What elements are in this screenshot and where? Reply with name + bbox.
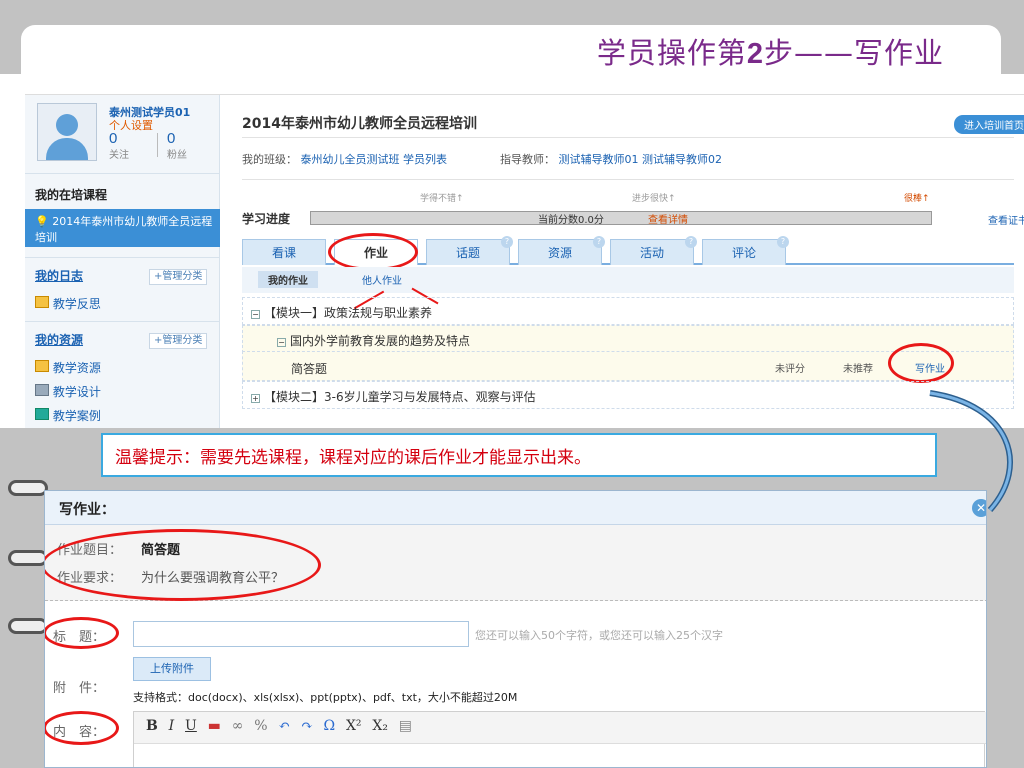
content-editor[interactable]: B I U ▬ ∞ % ↶ ↷ Ω X² X₂ ▤ bbox=[133, 711, 986, 767]
undo-icon[interactable]: ↶ bbox=[278, 718, 290, 734]
main-panel: 2014年泰州市幼儿教师全员远程培训 进入培训首页 我的班级： 泰州幼儿全员测试… bbox=[228, 95, 1024, 428]
tutor-link[interactable]: 测试辅导教师02 bbox=[642, 153, 722, 166]
tab-activity[interactable]: 活动? bbox=[610, 236, 697, 265]
log-manage-button[interactable]: +管理分类 bbox=[149, 269, 208, 285]
link-icon[interactable]: ∞ bbox=[232, 718, 244, 734]
highlight-ring bbox=[45, 617, 119, 649]
tab-resource[interactable]: 资源? bbox=[518, 236, 605, 265]
underline-icon[interactable]: U bbox=[185, 718, 197, 734]
folder-icon bbox=[35, 360, 49, 372]
subtab-my-homework[interactable]: 我的作业 bbox=[258, 271, 318, 288]
collapse-icon[interactable]: − bbox=[277, 338, 286, 347]
fans-count[interactable]: 0 bbox=[167, 130, 175, 147]
highlight-ring bbox=[45, 529, 321, 601]
course-item-label: 2014年泰州市幼儿教师全员远程培训 bbox=[35, 215, 213, 244]
tab-comment[interactable]: 评论? bbox=[702, 236, 789, 265]
help-icon: ? bbox=[501, 236, 513, 248]
special-char-icon[interactable]: Ω bbox=[324, 718, 336, 734]
log-heading[interactable]: 我的日志 bbox=[35, 267, 83, 284]
student-list-link[interactable]: 学员列表 bbox=[403, 153, 447, 166]
progress-bar bbox=[310, 211, 932, 225]
binder-ring bbox=[8, 550, 48, 566]
tutor-link[interactable]: 测试辅导教师01 bbox=[559, 153, 639, 166]
design-icon bbox=[35, 384, 49, 396]
module-row[interactable]: + 【模块二】3-6岁儿童学习与发展特点、观察与评估 bbox=[242, 381, 1014, 409]
recommend-status: 未推荐 bbox=[843, 364, 873, 375]
milestone-label: 学得不错↑ bbox=[420, 194, 464, 204]
image-icon[interactable]: ▬ bbox=[208, 718, 221, 734]
tab-topic[interactable]: 话题? bbox=[426, 236, 513, 265]
log-item[interactable]: 教学反思 bbox=[35, 295, 101, 312]
class-link[interactable]: 泰州幼儿全员测试班 bbox=[301, 153, 400, 166]
case-icon bbox=[35, 408, 49, 420]
subscript-icon[interactable]: X₂ bbox=[372, 718, 388, 734]
close-icon[interactable]: ✕ bbox=[972, 499, 986, 517]
highlight-ring bbox=[328, 233, 418, 271]
slide-title: 学员操作第2步——写作业 bbox=[596, 36, 944, 70]
bold-icon[interactable]: B bbox=[146, 718, 158, 734]
unlink-icon[interactable]: % bbox=[254, 718, 267, 734]
expand-icon[interactable]: + bbox=[251, 394, 260, 403]
module-row[interactable]: − 【模块一】政策法规与职业素养 bbox=[242, 297, 1014, 325]
enter-training-button[interactable]: 进入培训首页 bbox=[954, 115, 1024, 134]
help-icon: ? bbox=[685, 236, 697, 248]
highlight-ring bbox=[888, 343, 954, 383]
collapse-icon[interactable]: − bbox=[251, 310, 260, 319]
upload-attachment-button[interactable]: 上传附件 bbox=[133, 657, 211, 681]
follow-label: 关注 bbox=[109, 150, 129, 161]
resource-item[interactable]: 教学案例 bbox=[35, 407, 101, 424]
superscript-icon[interactable]: X² bbox=[346, 718, 362, 734]
courses-heading: 我的在培课程 bbox=[25, 173, 220, 202]
subtab-others-homework[interactable]: 他人作业 bbox=[362, 272, 402, 287]
course-title: 2014年泰州市幼儿教师全员远程培训 bbox=[242, 116, 477, 132]
resource-heading[interactable]: 我的资源 bbox=[35, 331, 83, 348]
attachment-label: 附 件： bbox=[53, 681, 106, 696]
help-icon: ? bbox=[593, 236, 605, 248]
view-certificate-link[interactable]: 查看证书 bbox=[988, 212, 1024, 227]
progress-detail-link[interactable]: 查看详情 bbox=[648, 211, 688, 226]
subtab-bar: 我的作业 他人作业 bbox=[242, 267, 1014, 293]
question-label: 简答题 bbox=[291, 362, 328, 376]
binder-ring bbox=[8, 618, 48, 634]
dialog-title: 写作业： bbox=[45, 491, 986, 525]
hint-box: 温馨提示：需要先选课程，课程对应的课后作业才能显示出来。 bbox=[101, 433, 937, 477]
sidebar: 泰州测试学员01 个人设置 0 关注 0 粉丝 我的在培课程 💡 2014年泰州… bbox=[25, 95, 220, 428]
highlight-ring bbox=[45, 711, 119, 745]
progress-score: 当前分数0.0分 bbox=[538, 215, 604, 226]
write-homework-dialog: 写作业： ✕ 作业题目： 简答题 作业要求： 为什么要强调教育公平？ 标 题： … bbox=[44, 490, 987, 768]
redo-icon[interactable]: ↷ bbox=[301, 718, 313, 734]
paste-icon[interactable]: ▤ bbox=[399, 718, 412, 734]
bulb-icon: 💡 bbox=[35, 215, 53, 228]
divider bbox=[157, 133, 158, 157]
title-input[interactable] bbox=[133, 621, 469, 647]
editor-toolbar: B I U ▬ ∞ % ↶ ↷ Ω X² X₂ ▤ bbox=[134, 712, 986, 744]
resource-item[interactable]: 教学资源 bbox=[35, 359, 101, 376]
binder-ring bbox=[8, 480, 48, 496]
tab-lecture[interactable]: 看课 bbox=[242, 239, 326, 265]
resource-manage-button[interactable]: +管理分类 bbox=[149, 333, 208, 349]
follow-count[interactable]: 0 bbox=[109, 130, 117, 147]
help-icon: ? bbox=[777, 236, 789, 248]
note-icon bbox=[35, 296, 49, 308]
class-line: 我的班级： 泰州幼儿全员测试班 学员列表 指导教师： 测试辅导教师01 测试辅导… bbox=[242, 153, 722, 166]
score-status: 未评分 bbox=[775, 364, 805, 375]
avatar[interactable] bbox=[37, 103, 97, 161]
italic-icon[interactable]: I bbox=[169, 718, 175, 734]
course-page-screenshot: 泰州测试学员01 个人设置 0 关注 0 粉丝 我的在培课程 💡 2014年泰州… bbox=[0, 74, 1024, 428]
title-hint: 您还可以输入50个字符，或您还可以输入25个汉字 bbox=[475, 629, 723, 642]
milestone-label: 很棒↑ bbox=[904, 194, 930, 204]
progress-label: 学习进度 bbox=[242, 212, 291, 226]
course-item[interactable]: 💡 2014年泰州市幼儿教师全员远程培训 bbox=[25, 209, 220, 247]
supported-formats: 支持格式：doc(docx)、xls(xlsx)、ppt(pptx)、pdf、t… bbox=[133, 691, 518, 704]
milestone-label: 进步很快↑ bbox=[632, 194, 676, 204]
fans-label: 粉丝 bbox=[167, 150, 187, 161]
resource-item[interactable]: 教学设计 bbox=[35, 383, 101, 400]
